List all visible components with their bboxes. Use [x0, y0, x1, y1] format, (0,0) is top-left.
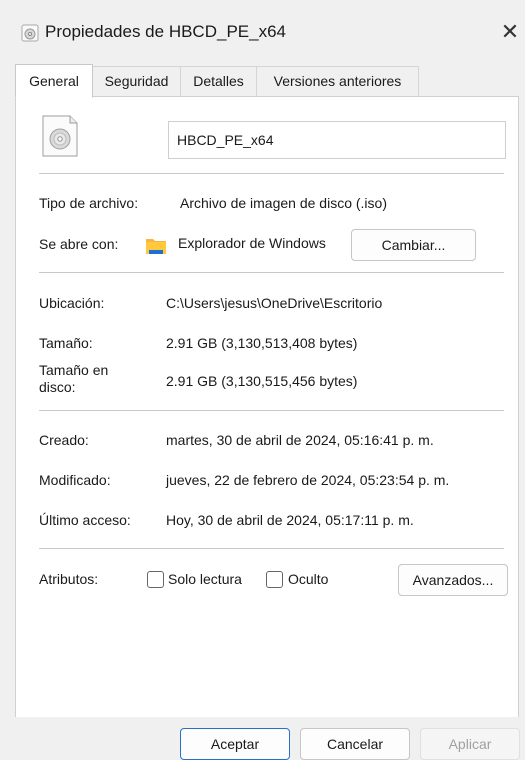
cancel-button[interactable]: Cancelar	[300, 728, 410, 760]
ok-button[interactable]: Aceptar	[180, 728, 290, 760]
dialog-footer: Aceptar Cancelar Aplicar	[0, 717, 525, 760]
created-value: martes, 30 de abril de 2024, 05:16:41 p.…	[166, 432, 434, 448]
title-bar: Propiedades de HBCD_PE_x64 ✕	[0, 0, 525, 62]
apply-button[interactable]: Aplicar	[420, 728, 520, 760]
opens-with-label: Se abre con:	[39, 236, 119, 252]
file-type-label: Tipo de archivo:	[39, 195, 139, 211]
location-label: Ubicación:	[39, 295, 105, 311]
tab-previous-versions[interactable]: Versiones anteriores	[256, 66, 419, 96]
advanced-button[interactable]: Avanzados...	[398, 564, 508, 596]
close-button[interactable]: ✕	[496, 18, 524, 46]
size-label: Tamaño:	[39, 335, 93, 351]
file-name-input[interactable]: HBCD_PE_x64	[168, 121, 506, 159]
general-tab-panel: HBCD_PE_x64 Tipo de archivo: Archivo de …	[15, 96, 519, 718]
created-label: Creado:	[39, 432, 89, 448]
last-accessed-label: Último acceso:	[39, 512, 131, 528]
last-accessed-value: Hoy, 30 de abril de 2024, 05:17:11 p. m.	[166, 512, 414, 528]
divider	[39, 272, 504, 273]
location-value: C:\Users\jesus\OneDrive\Escritorio	[166, 295, 383, 311]
folder-icon	[145, 235, 167, 257]
close-icon: ✕	[500, 19, 520, 44]
file-type-value: Archivo de imagen de disco (.iso)	[180, 195, 387, 211]
tab-general[interactable]: General	[15, 64, 93, 98]
window-title: Propiedades de HBCD_PE_x64	[45, 22, 286, 41]
size-on-disk-label-line2: disco:	[39, 379, 76, 395]
divider	[39, 410, 504, 411]
tab-security[interactable]: Seguridad	[92, 66, 181, 96]
divider	[39, 548, 504, 549]
disc-image-icon	[21, 24, 39, 42]
divider	[39, 173, 504, 174]
readonly-label[interactable]: Solo lectura	[168, 571, 242, 587]
readonly-checkbox[interactable]	[147, 571, 164, 588]
attributes-label: Atributos:	[39, 571, 99, 587]
opens-with-value: Explorador de Windows	[178, 235, 326, 251]
size-on-disk-label: Tamaño en disco:	[39, 362, 108, 396]
hidden-checkbox[interactable]	[266, 571, 283, 588]
size-value: 2.91 GB (3,130,513,408 bytes)	[166, 335, 358, 351]
tab-details[interactable]: Detalles	[180, 66, 257, 96]
size-on-disk-value: 2.91 GB (3,130,515,456 bytes)	[166, 373, 358, 389]
modified-value: jueves, 22 de febrero de 2024, 05:23:54 …	[166, 472, 450, 488]
hidden-label[interactable]: Oculto	[288, 571, 328, 587]
disc-file-icon	[40, 114, 80, 158]
change-button[interactable]: Cambiar...	[351, 229, 476, 261]
size-on-disk-label-line1: Tamaño en	[39, 362, 109, 378]
modified-label: Modificado:	[39, 472, 111, 488]
